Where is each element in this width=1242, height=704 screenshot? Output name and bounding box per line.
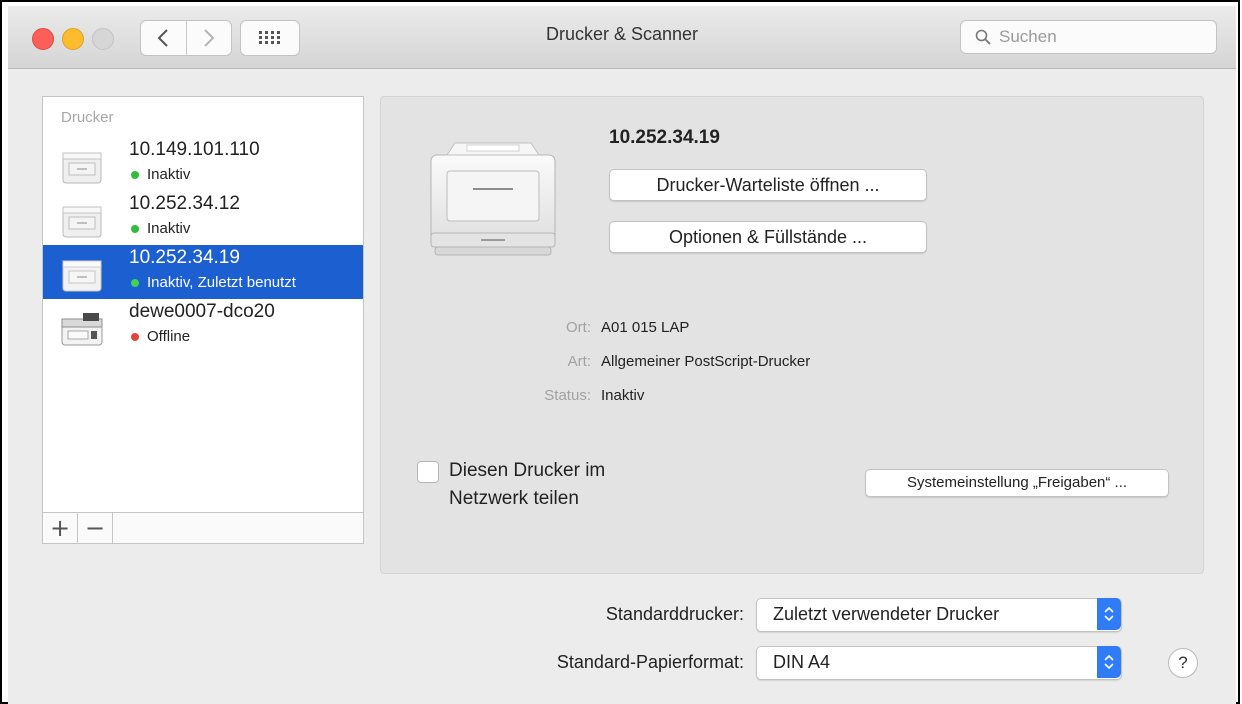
preferences-window: Drucker & Scanner Drucker 10.149.101.110…	[8, 6, 1236, 704]
printer-name: 10.149.101.110	[129, 139, 260, 160]
status-dot-icon	[131, 170, 139, 179]
open-print-queue-button[interactable]: Drucker-Warteliste öffnen ...	[609, 169, 927, 201]
printer-list-toolbar: + −	[43, 512, 363, 543]
printer-status-text: Inaktiv	[147, 220, 191, 237]
search-input[interactable]	[997, 26, 1201, 48]
printer-status: Inaktiv, Zuletzt benutzt	[129, 274, 296, 291]
default-printer-popup[interactable]: Zuletzt verwendeter Drucker	[756, 598, 1122, 632]
options-supplies-button[interactable]: Optionen & Füllstände ...	[609, 221, 927, 253]
multifunction-printer-icon	[61, 313, 103, 346]
printer-status-text: Offline	[147, 328, 191, 345]
status-dot-icon	[131, 278, 139, 287]
default-printer-label: Standarddrucker:	[605, 604, 744, 624]
paper-size-value: DIN A4	[773, 652, 831, 672]
status-dot-icon	[131, 332, 139, 341]
popup-stepper-icon	[1097, 646, 1121, 678]
remove-printer-button[interactable]: −	[78, 513, 113, 543]
share-printer-label[interactable]: Diesen Drucker im Netzwerk teilen	[449, 457, 605, 513]
search-field[interactable]	[960, 20, 1217, 54]
printer-detail-panel: 10.252.34.19 Drucker-Warteliste öffnen .…	[380, 96, 1204, 574]
search-icon	[975, 29, 991, 45]
printer-status-text: Inaktiv	[147, 166, 191, 183]
printer-status: Offline	[129, 328, 190, 345]
share-printer-label-line2: Netzwerk teilen	[449, 488, 579, 509]
location-value: A01 015 LAP	[601, 319, 690, 336]
location-label: Ort:	[566, 319, 591, 336]
printer-icon	[62, 260, 102, 292]
status-dot-icon	[131, 224, 139, 233]
printer-icon	[62, 152, 102, 184]
list-item-selected[interactable]: 10.252.34.19 Inaktiv, Zuletzt benutzt	[43, 245, 363, 299]
selected-printer-name: 10.252.34.19	[609, 127, 720, 148]
printer-icon	[430, 142, 556, 256]
printer-status-text: Inaktiv, Zuletzt benutzt	[147, 274, 296, 291]
printer-name: 10.252.34.12	[129, 193, 240, 214]
printer-name: dewe0007-dco20	[129, 301, 275, 322]
title-bar: Drucker & Scanner	[8, 6, 1236, 69]
list-item[interactable]: 10.149.101.110 Inaktiv	[43, 137, 363, 191]
status-value: Inaktiv	[601, 387, 645, 404]
paper-size-label: Standard-Papierformat:	[556, 652, 744, 672]
list-item[interactable]: dewe0007-dco20 Offline	[43, 299, 363, 353]
printer-status: Inaktiv	[129, 220, 190, 237]
help-button[interactable]: ?	[1168, 648, 1198, 678]
popup-stepper-icon	[1097, 598, 1121, 630]
sharing-preferences-button[interactable]: Systemeinstellung „Freigaben“ ...	[865, 469, 1169, 497]
kind-label: Art:	[567, 353, 591, 370]
printer-list-heading: Drucker	[61, 109, 114, 126]
kind-value: Allgemeiner PostScript-Drucker	[601, 353, 811, 370]
printer-icon	[62, 206, 102, 238]
default-printer-value: Zuletzt verwendeter Drucker	[773, 604, 1000, 624]
status-label: Status:	[544, 387, 591, 404]
printer-list: Drucker 10.149.101.110 Inaktiv 10.252.34…	[42, 96, 364, 544]
paper-size-popup[interactable]: DIN A4	[756, 646, 1122, 680]
add-printer-button[interactable]: +	[43, 513, 78, 543]
printer-name: 10.252.34.19	[129, 247, 240, 268]
share-printer-checkbox[interactable]	[417, 461, 439, 483]
printer-status: Inaktiv	[129, 166, 190, 183]
share-printer-label-line1: Diesen Drucker im	[449, 460, 606, 481]
list-item[interactable]: 10.252.34.12 Inaktiv	[43, 191, 363, 245]
